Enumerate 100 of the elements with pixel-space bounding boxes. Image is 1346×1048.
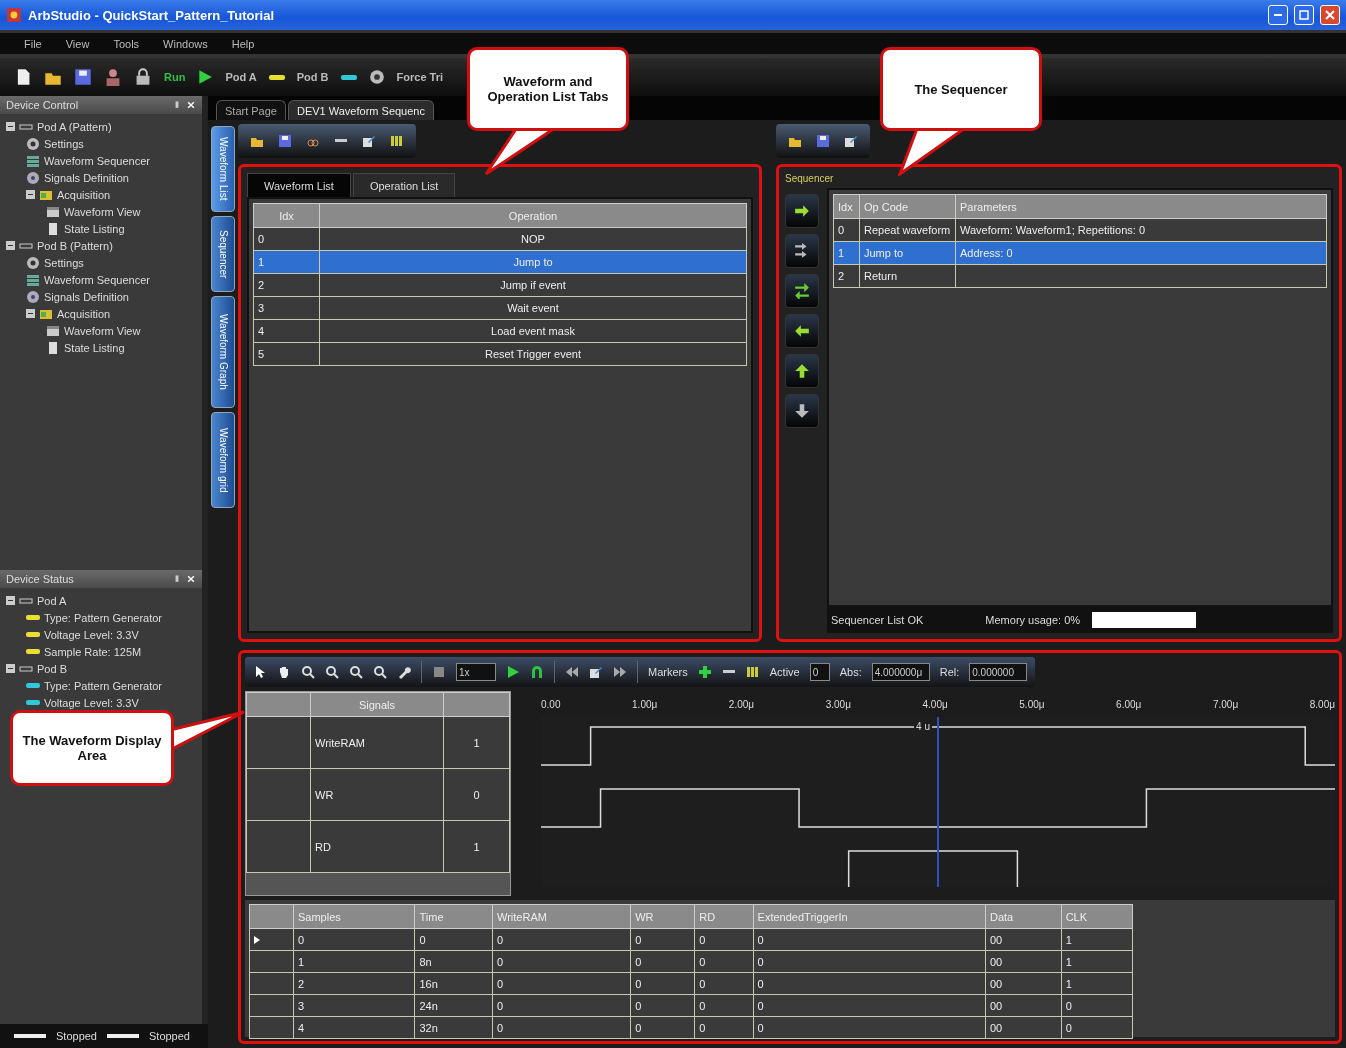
tree-item[interactable]: Waveform Sequencer xyxy=(44,154,150,167)
table-cell: Waveform: Waveform1; Repetitions: 0 xyxy=(955,218,1327,242)
zoom-icon xyxy=(325,665,339,679)
signal-value: 1 xyxy=(443,820,510,873)
swap-icon xyxy=(794,283,810,299)
collapse-icon[interactable] xyxy=(6,664,15,673)
run-button[interactable]: Run xyxy=(164,71,186,83)
list-tab[interactable]: Operation List xyxy=(352,173,456,197)
tree-item[interactable]: Type: Pattern Generator xyxy=(44,611,162,624)
force-trigger-button[interactable]: Force Tri xyxy=(396,71,443,83)
column-header xyxy=(443,692,510,717)
minimize-icon xyxy=(1274,14,1282,16)
menu-item[interactable]: Help xyxy=(221,35,265,52)
table-cell xyxy=(246,768,311,821)
left-arrow-icon xyxy=(794,323,810,339)
menu-item[interactable]: File xyxy=(14,35,52,52)
active-label: Active xyxy=(769,666,800,678)
collapse-icon[interactable] xyxy=(26,309,35,318)
memory-label: Memory usage: 0% xyxy=(985,614,1081,626)
table-cell: 3 xyxy=(253,296,320,320)
table-cell: 5 xyxy=(253,342,320,366)
active-field[interactable]: 0 xyxy=(809,663,830,681)
tree-item[interactable]: Voltage Level: 3.3V xyxy=(44,696,139,709)
table-cell: 0 xyxy=(492,928,631,951)
sequencer-button[interactable] xyxy=(785,394,819,428)
collapse-icon[interactable] xyxy=(6,241,15,250)
collapse-icon[interactable] xyxy=(6,596,15,605)
rewind-icon xyxy=(565,665,579,679)
side-tab[interactable]: Waveform Graph xyxy=(211,296,235,408)
tree-item[interactable]: State Listing xyxy=(64,222,125,235)
edit-icon xyxy=(362,134,376,148)
column-header: Op Code xyxy=(859,194,956,219)
tree-item[interactable]: Pod A xyxy=(37,594,67,607)
document-tab[interactable]: Start Page xyxy=(216,100,286,120)
bars-icon xyxy=(745,665,760,679)
time-tick: 2.00μ xyxy=(728,698,755,710)
table-cell: Load event mask xyxy=(319,319,747,343)
tree-item[interactable]: Acquisition xyxy=(57,188,111,201)
menu-item[interactable]: Windows xyxy=(153,35,218,52)
zoom-field[interactable]: 1x xyxy=(456,663,496,681)
wrench-icon xyxy=(397,665,411,679)
minimize-button[interactable] xyxy=(1268,5,1288,25)
group-title: Sequencer xyxy=(785,173,835,184)
tree-item[interactable]: Type: Pattern Generator xyxy=(44,679,162,692)
tree-item[interactable]: Settings xyxy=(44,137,84,150)
tree-item[interactable]: Acquisition xyxy=(57,307,111,320)
table-cell: 2 xyxy=(253,273,320,297)
collapse-icon[interactable] xyxy=(6,122,15,131)
sequencer-button[interactable] xyxy=(785,234,819,268)
gear-icon xyxy=(26,136,40,151)
tree-item[interactable]: State Listing xyxy=(64,341,125,354)
tree-item[interactable]: Signals Definition xyxy=(44,171,129,184)
column-header: ExtendedTriggerIn xyxy=(753,904,986,929)
time-tick: 3.00μ xyxy=(825,698,851,710)
table-cell: 0 xyxy=(753,994,986,1017)
side-tab[interactable]: Waveform grid xyxy=(211,412,235,508)
table-cell: 0 xyxy=(753,1016,986,1039)
tree-item[interactable]: Pod B xyxy=(37,662,67,675)
document-tab[interactable]: DEV1 Waveform Sequenc xyxy=(288,100,434,120)
time-tick: 4.00μ xyxy=(922,698,948,710)
tree-item[interactable]: Waveform Sequencer xyxy=(44,273,150,286)
table-cell: 0 xyxy=(492,972,631,995)
close-button[interactable] xyxy=(1320,5,1340,25)
time-tick: 1.00μ xyxy=(632,698,658,710)
tree-item[interactable]: Signals Definition xyxy=(44,290,129,303)
table-cell: 1 xyxy=(833,241,860,265)
rel-field[interactable]: 0.000000 xyxy=(969,663,1028,681)
down-arrow-icon xyxy=(794,403,810,419)
column-header xyxy=(249,904,294,929)
sequencer-button[interactable] xyxy=(785,194,819,228)
time-tick: 0.00 xyxy=(541,698,561,710)
collapse-icon[interactable] xyxy=(26,190,35,199)
abs-field[interactable]: 4.000000μ xyxy=(871,663,930,681)
table-cell: 4 xyxy=(253,319,320,343)
window-icon xyxy=(46,323,60,338)
sequencer-button[interactable] xyxy=(785,274,819,308)
tree-item[interactable]: Waveform View xyxy=(64,205,141,218)
tree-item[interactable]: Settings xyxy=(44,256,84,269)
table-cell: 0 xyxy=(753,928,986,951)
tree-item[interactable]: Waveform View xyxy=(64,324,141,337)
table-cell: Reset Trigger event xyxy=(319,342,747,366)
column-header: Time xyxy=(414,904,493,929)
tree-item[interactable]: Pod B (Pattern) xyxy=(37,239,113,252)
maximize-button[interactable] xyxy=(1294,5,1314,25)
tree-item[interactable]: Voltage Level: 3.3V xyxy=(44,628,139,641)
signal-name: WR xyxy=(310,768,444,821)
list-tab[interactable]: Waveform List xyxy=(247,173,351,197)
table-cell: 2 xyxy=(833,264,860,288)
tree-item[interactable]: Pod A (Pattern) xyxy=(37,120,112,133)
sequencer-button[interactable] xyxy=(785,314,819,348)
column-header: Idx xyxy=(253,203,320,228)
menu-item[interactable]: View xyxy=(55,35,100,52)
time-tick: 7.00μ xyxy=(1212,698,1239,710)
tree-item[interactable]: Sample Rate: 125M xyxy=(44,645,142,658)
side-tab[interactable]: Sequencer xyxy=(211,216,235,292)
sequencer-button[interactable] xyxy=(785,354,819,388)
pod-label: Pod B xyxy=(296,71,329,83)
side-tab[interactable]: Waveform List xyxy=(211,126,235,212)
zoom-icon xyxy=(349,665,363,679)
menu-item[interactable]: Tools xyxy=(103,35,150,52)
